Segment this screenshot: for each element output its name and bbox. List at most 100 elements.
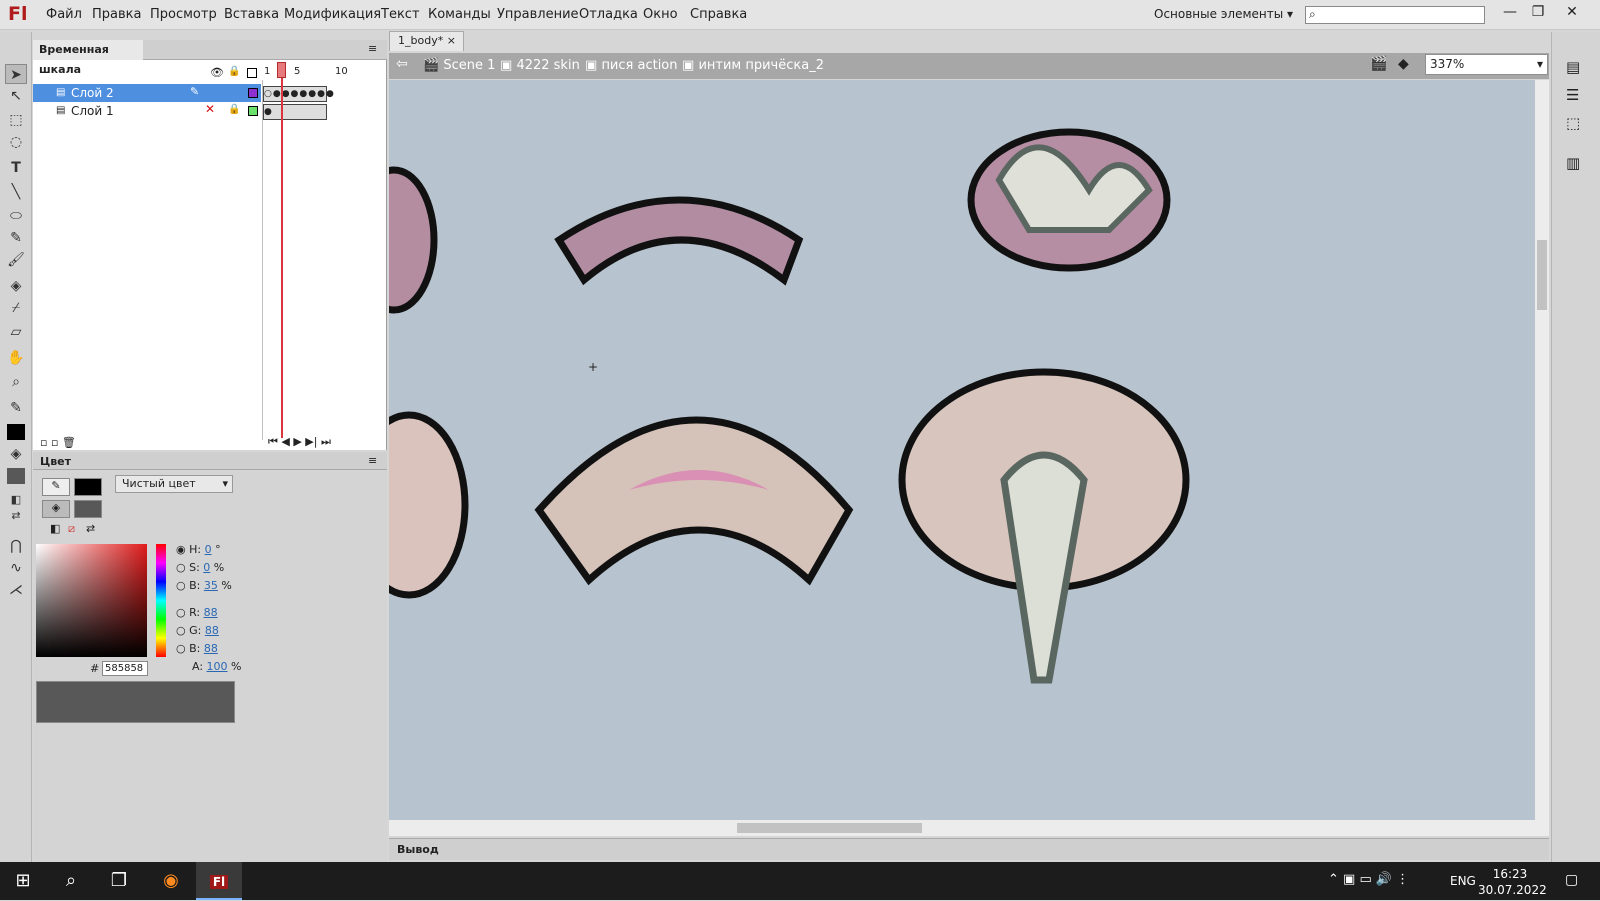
menu-window[interactable]: Окно: [643, 7, 678, 22]
help-search-input[interactable]: ⌕: [1305, 6, 1485, 24]
breadcrumb-symbol-1[interactable]: ▣ 4222 skin: [500, 58, 580, 73]
lasso-tool-icon[interactable]: ◌: [5, 132, 27, 152]
color-panel-title[interactable]: Цвет: [40, 455, 71, 468]
g-value[interactable]: 88: [205, 624, 219, 637]
hue-slider[interactable]: [156, 544, 166, 657]
h-value[interactable]: 0: [205, 543, 212, 556]
menu-text[interactable]: Текст: [381, 7, 420, 22]
pencil-tool-icon[interactable]: ✎: [5, 228, 27, 248]
zoom-tool-icon[interactable]: ⌕: [5, 372, 27, 392]
snap-magnet-icon[interactable]: ⋂: [5, 536, 27, 556]
horizontal-scrollbar[interactable]: [389, 820, 1549, 836]
library-icon[interactable]: ☰: [1566, 86, 1579, 104]
paint-bucket-tool-icon[interactable]: ◈: [5, 276, 27, 296]
stroke-color-swatch[interactable]: [74, 478, 102, 496]
hand-tool-icon[interactable]: ✋: [5, 348, 27, 368]
back-arrow-icon[interactable]: ⇦: [396, 56, 408, 72]
r-row[interactable]: ○ R: 88: [176, 606, 218, 619]
tray-icons[interactable]: ⌃ ▣ ▭ 🔊 ⋮: [1328, 872, 1409, 887]
alpha-value[interactable]: 100: [207, 660, 228, 673]
fill-bucket-icon[interactable]: ◈: [42, 500, 70, 518]
workspace-switcher[interactable]: Основные элементы ▾: [1154, 7, 1293, 21]
straighten-icon[interactable]: ⋌: [5, 580, 27, 600]
close-tab-icon[interactable]: ×: [447, 34, 456, 47]
swap-colors-icon[interactable]: ⇄: [86, 522, 95, 535]
stroke-color-icon[interactable]: ✎: [5, 398, 27, 418]
swap-colors-icon[interactable]: ⇄: [5, 506, 27, 526]
zoom-select[interactable]: 337% ▾: [1425, 54, 1548, 75]
animate-taskbar-icon[interactable]: Fl: [196, 862, 242, 900]
default-colors-icon[interactable]: ◧: [50, 522, 60, 535]
transform-icon[interactable]: ⬚: [1566, 114, 1580, 132]
notifications-icon[interactable]: ▢: [1565, 872, 1578, 888]
stroke-pencil-icon[interactable]: ✎: [42, 478, 70, 496]
free-transform-tool-icon[interactable]: ⬚: [5, 110, 27, 130]
no-color-icon[interactable]: ⧄: [68, 522, 75, 536]
eye-icon[interactable]: 👁: [210, 66, 224, 79]
restore-button[interactable]: ❐: [1524, 2, 1552, 24]
new-layer-icon[interactable]: ▫ ▫ 🗑: [40, 436, 76, 449]
layer-row-2[interactable]: Слой 2: [33, 84, 261, 102]
oval-tool-icon[interactable]: ⬭: [5, 206, 27, 226]
r-value[interactable]: 88: [204, 606, 218, 619]
frame-grid[interactable]: [262, 80, 376, 440]
panel-menu-icon[interactable]: ≡: [368, 454, 377, 467]
fill-color-swatch[interactable]: [74, 500, 102, 518]
playhead[interactable]: [281, 62, 283, 438]
s-row[interactable]: ○ S: 0 %: [176, 561, 224, 574]
vertical-scrollbar[interactable]: [1535, 80, 1549, 820]
menu-control[interactable]: Управление: [497, 7, 579, 22]
breadcrumb-scene[interactable]: 🎬 Scene 1: [423, 58, 495, 73]
panel-menu-icon[interactable]: ≡: [368, 42, 377, 55]
scroll-thumb[interactable]: [737, 823, 922, 833]
language-indicator[interactable]: ENG: [1450, 874, 1476, 888]
breadcrumb-symbol-3[interactable]: ▣ интим причёска_2: [682, 58, 824, 73]
g-row[interactable]: ○ G: 88: [176, 624, 219, 637]
menu-modify[interactable]: Модификация: [284, 7, 381, 22]
stage-canvas[interactable]: [389, 80, 1535, 820]
fill-color-icon[interactable]: ◈: [5, 444, 27, 464]
keyframes-layer-1[interactable]: ●: [263, 104, 327, 120]
layer-color-swatch[interactable]: [248, 88, 258, 98]
timeline-tab[interactable]: Временная шкала: [33, 40, 143, 76]
hidden-x-icon[interactable]: ✕: [205, 102, 215, 116]
hex-input[interactable]: 585858: [102, 661, 148, 676]
b-value[interactable]: 35: [204, 579, 218, 592]
eraser-tool-icon[interactable]: ▱: [5, 322, 27, 342]
edit-scene-icon[interactable]: 🎬: [1370, 56, 1387, 72]
line-tool-icon[interactable]: ╲: [5, 182, 27, 202]
menu-help[interactable]: Справка: [690, 7, 747, 22]
task-view-icon[interactable]: ❐: [96, 862, 142, 900]
playhead-handle[interactable]: [277, 62, 286, 78]
subselection-tool-icon[interactable]: ↖: [5, 86, 27, 106]
fill-color-swatch[interactable]: [7, 468, 25, 484]
close-window-button[interactable]: ✕: [1558, 2, 1586, 24]
h-row[interactable]: ◉ H: 0 °: [176, 543, 221, 556]
menu-insert[interactable]: Вставка: [224, 7, 279, 22]
components-icon[interactable]: ▥: [1566, 154, 1580, 172]
fill-type-select[interactable]: Чистый цвет ▾: [115, 475, 233, 493]
output-tab[interactable]: Вывод: [397, 843, 439, 856]
minimize-button[interactable]: —: [1496, 2, 1524, 24]
properties-icon[interactable]: ▤: [1566, 58, 1580, 76]
eyedropper-tool-icon[interactable]: ⌿: [5, 298, 27, 318]
blue-value[interactable]: 88: [204, 642, 218, 655]
start-windows-icon[interactable]: ⊞: [0, 862, 46, 900]
layer-row-1[interactable]: Слой 1: [33, 102, 261, 120]
color-picker-field[interactable]: [36, 544, 147, 657]
firefox-icon[interactable]: ◉: [148, 862, 194, 900]
layer-color-swatch[interactable]: [248, 106, 258, 116]
keyframes-layer-2[interactable]: ○●●●●●●●: [263, 86, 334, 102]
menu-file[interactable]: Файл: [46, 7, 82, 22]
text-tool-icon[interactable]: T: [5, 158, 27, 178]
outline-icon[interactable]: [247, 68, 257, 78]
lock-icon[interactable]: 🔒: [228, 104, 240, 115]
s-value[interactable]: 0: [203, 561, 210, 574]
search-icon[interactable]: ⌕: [48, 862, 94, 900]
menu-debug[interactable]: Отладка: [579, 7, 638, 22]
breadcrumb-symbol-2[interactable]: ▣ пися action: [585, 58, 678, 73]
edit-symbols-icon[interactable]: ◆: [1398, 56, 1409, 72]
playback-controls[interactable]: ⏮ ◀ ▶ ▶| ⏭: [268, 435, 331, 449]
menu-commands[interactable]: Команды: [428, 7, 491, 22]
b-row[interactable]: ○ B: 35 %: [176, 579, 232, 592]
